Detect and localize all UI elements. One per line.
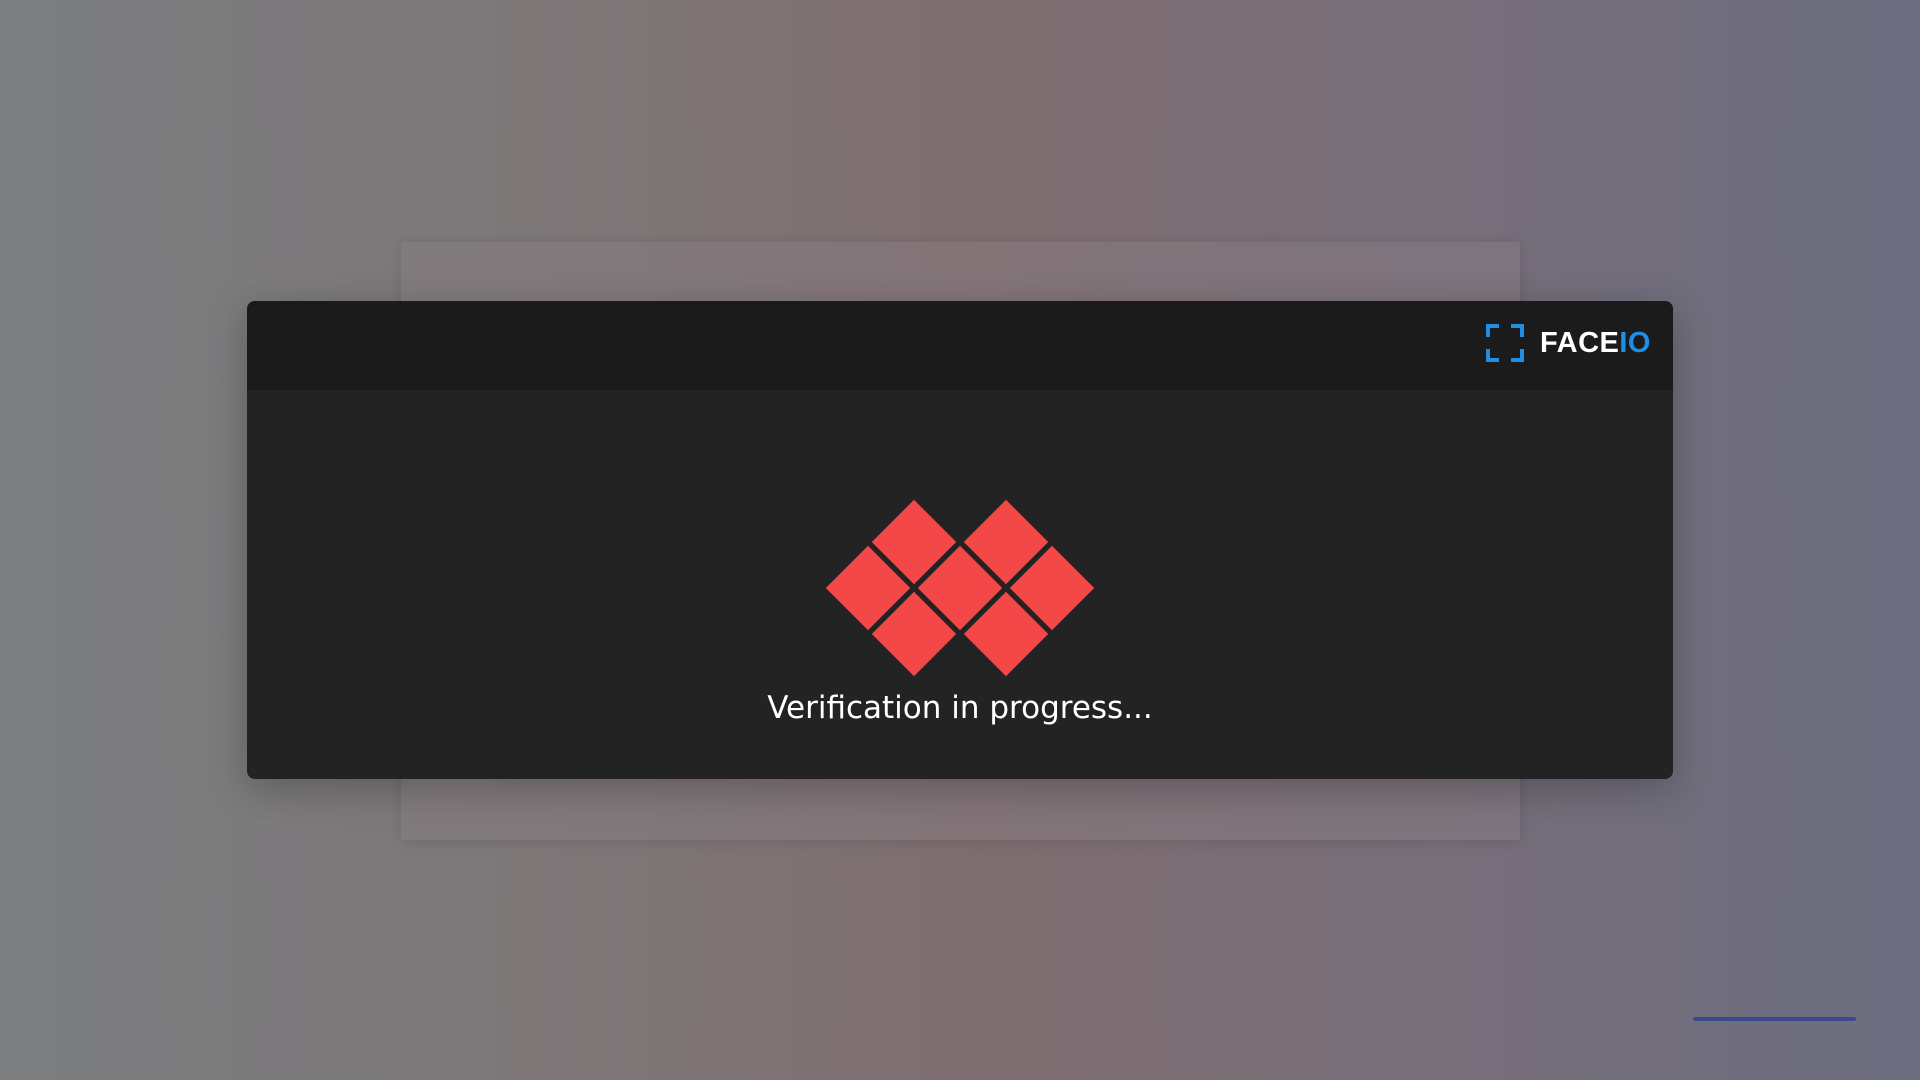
scan-frame-icon [1486,324,1525,362]
faceio-logo: FACEIO [1486,323,1651,363]
brand-name-accent: IO [1619,326,1651,359]
brand-name-primary: FACE [1540,326,1620,359]
modal-header: FACEIO [247,301,1673,390]
brand-name: FACEIO [1540,327,1651,360]
diamond-loader-icon [822,495,1098,679]
verification-status-text: Verification in progress... [767,690,1153,726]
faceio-modal: FACEIO Verification in progress... [247,301,1673,779]
background-button [1693,1017,1856,1021]
